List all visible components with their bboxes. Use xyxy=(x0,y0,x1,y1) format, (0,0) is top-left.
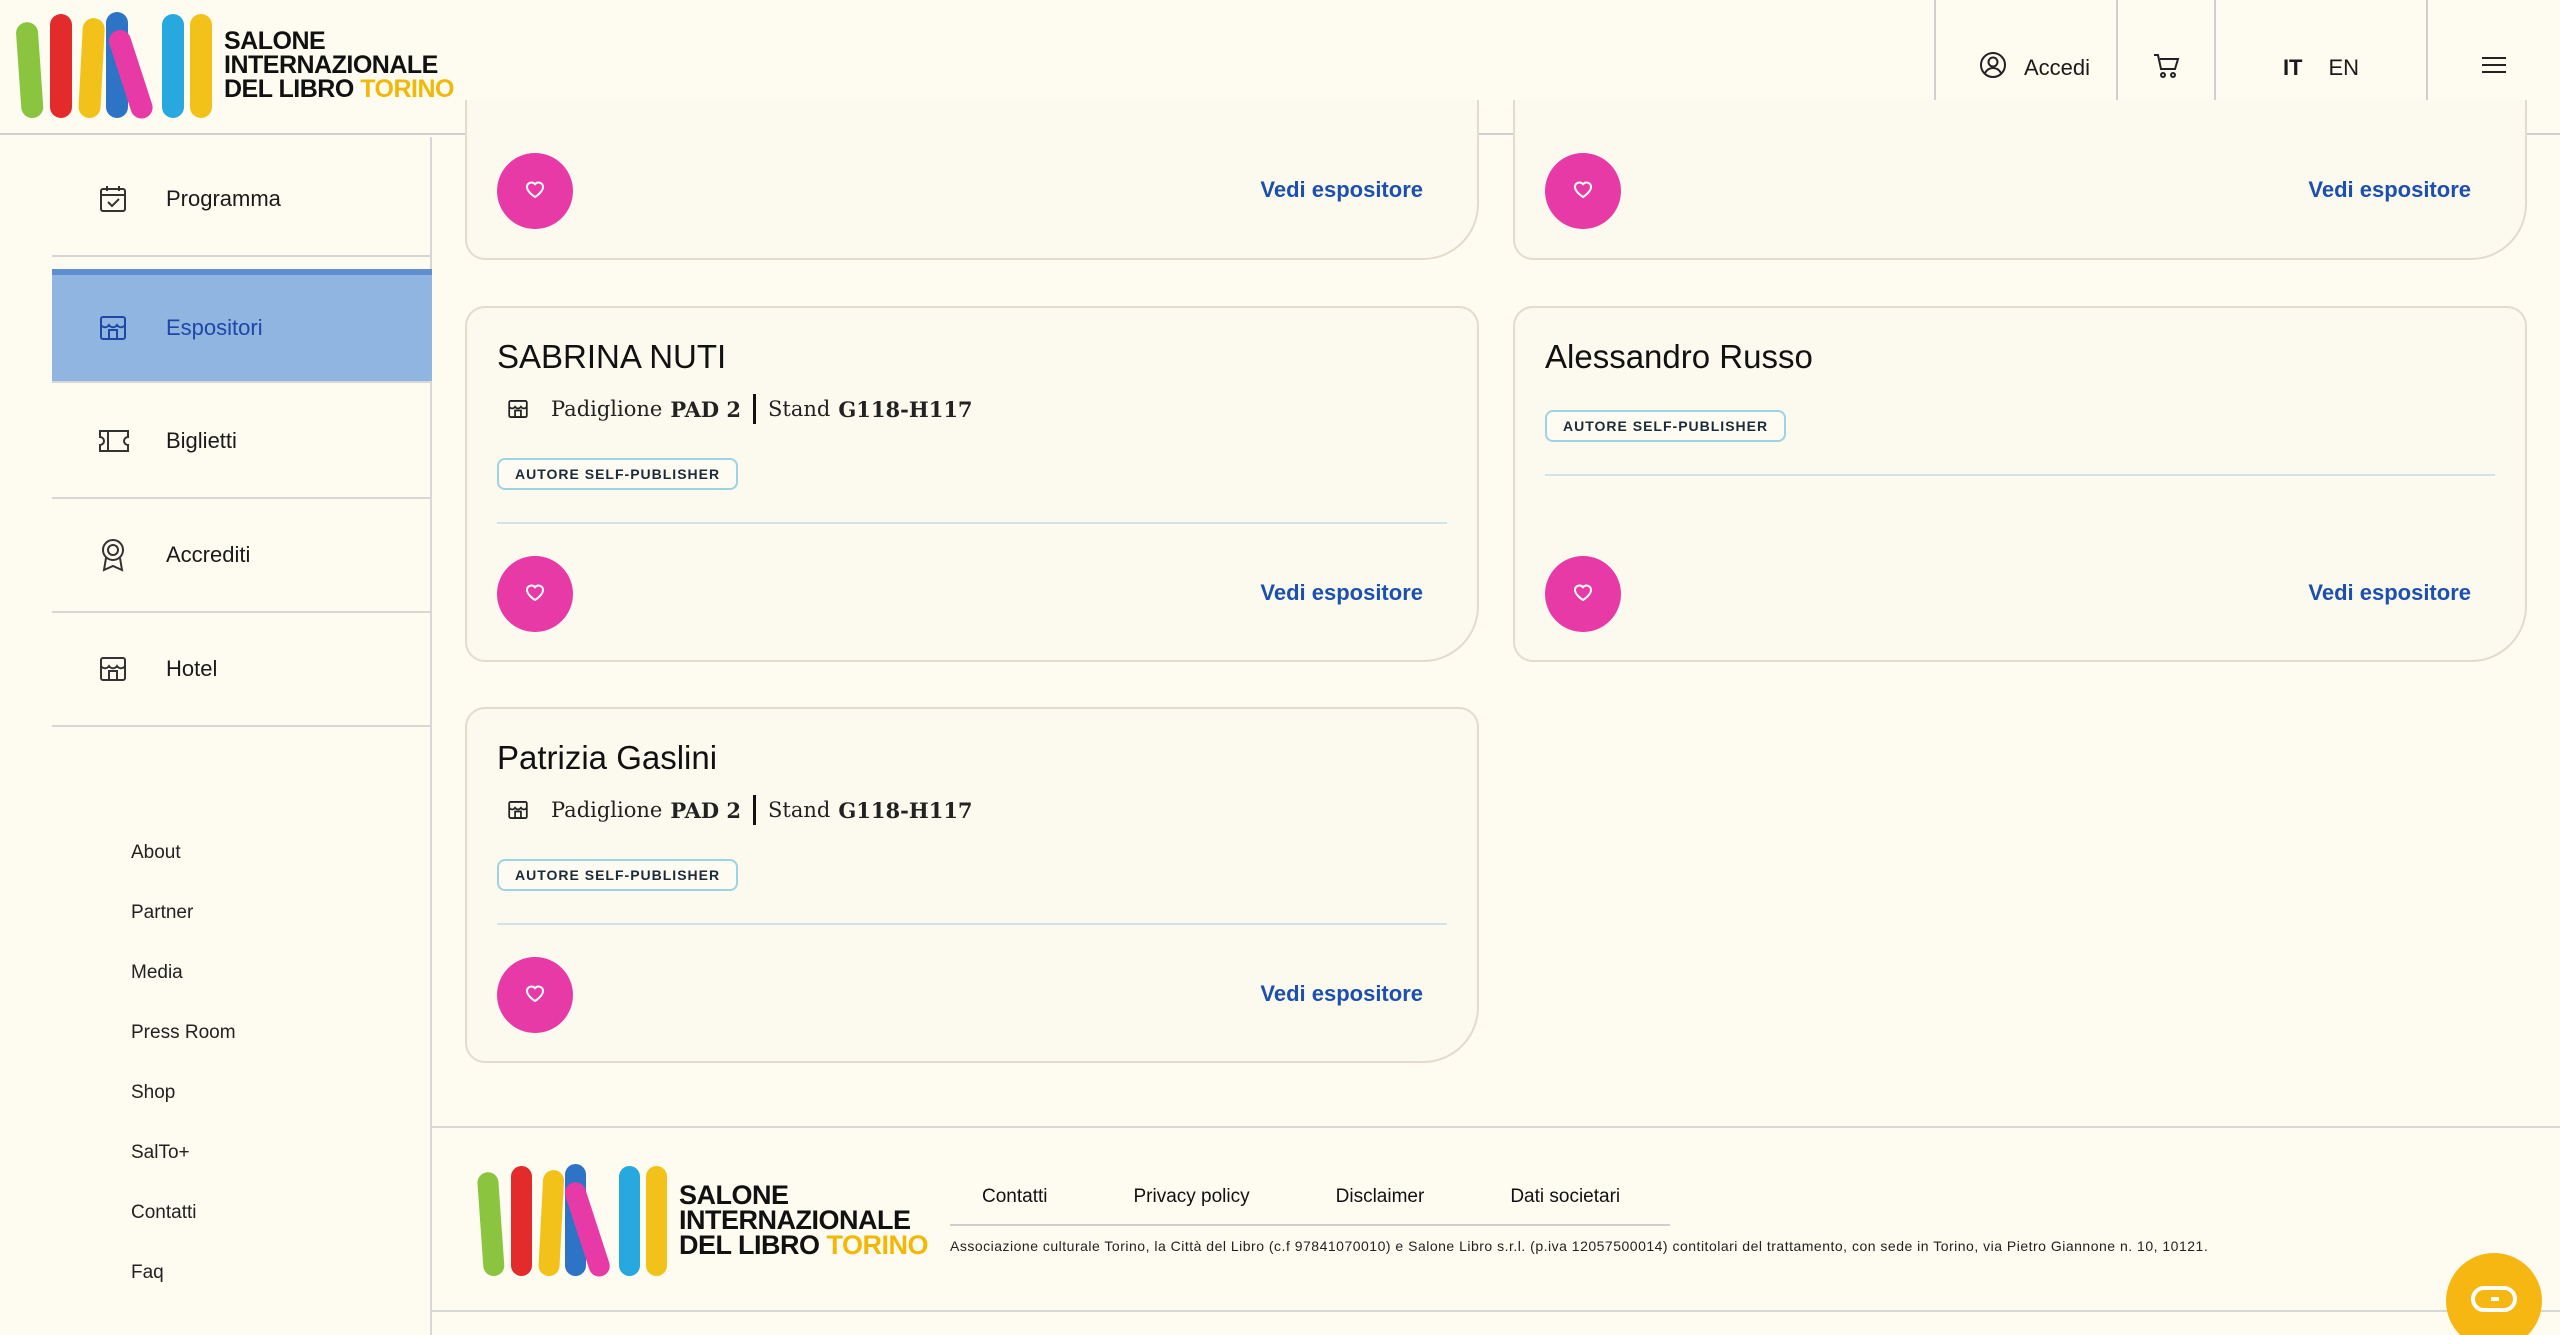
favorite-button[interactable] xyxy=(1545,153,1621,229)
footer-link-contatti[interactable]: Contatti xyxy=(982,1186,1047,1224)
heart-icon xyxy=(524,582,546,607)
logo-wordmark: SALONE INTERNAZIONALE DEL LIBRO TORINO xyxy=(679,1179,929,1260)
sidebar-item-espositori[interactable]: Espositori xyxy=(52,269,432,383)
footer-link-privacy[interactable]: Privacy policy xyxy=(1133,1186,1249,1224)
exhibitor-card: Alessandro Russo AUTORE SELF-PUBLISHER V… xyxy=(1513,306,2527,662)
cart-icon xyxy=(2151,50,2181,85)
category-badge: AUTORE SELF-PUBLISHER xyxy=(497,458,739,490)
sidebar-item-hotel[interactable]: Hotel xyxy=(52,613,432,727)
favorite-button[interactable] xyxy=(497,957,573,1033)
chat-icon xyxy=(2469,1284,2519,1319)
favorite-button[interactable] xyxy=(497,153,573,229)
store-icon xyxy=(507,398,537,420)
view-exhibitor-link[interactable]: Vedi espositore xyxy=(2308,177,2471,203)
footer-legal-text: Associazione culturale Torino, la Città … xyxy=(950,1238,2209,1254)
card-divider xyxy=(1545,474,2495,476)
footer-nav: Contatti Privacy policy Disclaimer Dati … xyxy=(950,1186,1670,1226)
exhibitor-name: SABRINA NUTI xyxy=(497,338,727,375)
category-badge: AUTORE SELF-PUBLISHER xyxy=(497,859,739,891)
exhibitor-card: Patrizia Gaslini Padiglione PAD 2 Stand … xyxy=(465,707,1479,1063)
footer-logo[interactable]: SALONE INTERNAZIONALE DEL LIBRO TORINO xyxy=(476,1164,929,1280)
sidebar-item-biglietti[interactable]: Biglietti xyxy=(52,385,432,499)
logo-wordmark: SALONE INTERNAZIONALE DEL LIBRO TORINO xyxy=(224,27,454,103)
category-badge: AUTORE SELF-PUBLISHER xyxy=(1545,410,1787,442)
store-icon xyxy=(98,654,158,684)
user-icon xyxy=(1978,50,2008,86)
lang-it[interactable]: IT xyxy=(2283,55,2303,81)
view-exhibitor-link[interactable]: Vedi espositore xyxy=(1260,177,1423,203)
sidebar-link-press-room[interactable]: Press Room xyxy=(131,1022,236,1044)
store-icon xyxy=(98,313,158,343)
exhibitor-location: Padiglione PAD 2 Stand G118-H117 xyxy=(497,795,973,825)
heart-icon xyxy=(1572,179,1594,204)
ticket-icon xyxy=(98,428,158,454)
exhibitor-name: Patrizia Gaslini xyxy=(497,739,718,776)
sidebar-link-about[interactable]: About xyxy=(131,842,181,864)
favorite-button[interactable] xyxy=(497,556,573,632)
sidebar-link-faq[interactable]: Faq xyxy=(131,1262,164,1284)
exhibitor-card: SABRINA NUTI Padiglione PAD 2 Stand G118… xyxy=(465,306,1479,662)
login-label: Accedi xyxy=(2023,54,2091,80)
footer-link-disclaimer[interactable]: Disclaimer xyxy=(1336,1186,1425,1224)
view-exhibitor-link[interactable]: Vedi espositore xyxy=(1260,981,1423,1007)
sidebar-link-media[interactable]: Media xyxy=(131,962,183,984)
sidebar-link-salto[interactable]: SalTo+ xyxy=(131,1142,190,1164)
footer-link-dati-societari[interactable]: Dati societari xyxy=(1510,1186,1620,1224)
view-exhibitor-link[interactable]: Vedi espositore xyxy=(2308,580,2471,606)
exhibitor-card: Vedi espositore xyxy=(1513,100,2527,260)
exhibitor-name: Alessandro Russo xyxy=(1545,338,1813,375)
sidebar-link-contatti[interactable]: Contatti xyxy=(131,1202,196,1224)
heart-icon xyxy=(1572,582,1594,607)
sidebar: Programma Espositori Biglietti Accrediti… xyxy=(0,137,432,1335)
logo-bars xyxy=(15,12,212,122)
site-footer: SALONE INTERNAZIONALE DEL LIBRO TORINO C… xyxy=(432,1126,2560,1312)
lang-en[interactable]: EN xyxy=(2329,55,2360,81)
sidebar-link-partner[interactable]: Partner xyxy=(131,902,193,924)
badge-icon xyxy=(98,538,158,572)
card-divider xyxy=(497,923,1447,925)
sidebar-item-programma[interactable]: Programma xyxy=(52,143,432,257)
exhibitor-location: Padiglione PAD 2 Stand G118-H117 xyxy=(497,394,973,424)
card-divider xyxy=(497,522,1447,524)
sidebar-item-accrediti[interactable]: Accrediti xyxy=(52,499,432,613)
heart-icon xyxy=(524,179,546,204)
calendar-check-icon xyxy=(98,184,158,214)
store-icon xyxy=(507,799,537,821)
logo-bars xyxy=(476,1164,667,1280)
view-exhibitor-link[interactable]: Vedi espositore xyxy=(1260,580,1423,606)
menu-icon xyxy=(2480,53,2508,82)
heart-icon xyxy=(524,983,546,1008)
exhibitor-card: Vedi espositore xyxy=(465,100,1479,260)
sidebar-link-shop[interactable]: Shop xyxy=(131,1082,175,1104)
favorite-button[interactable] xyxy=(1545,556,1621,632)
site-logo[interactable]: SALONE INTERNAZIONALE DEL LIBRO TORINO xyxy=(15,12,454,122)
